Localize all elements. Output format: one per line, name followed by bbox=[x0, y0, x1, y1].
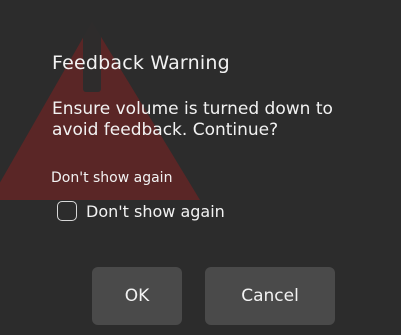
ok-button[interactable]: OK bbox=[92, 267, 182, 325]
dont-show-again-checkbox[interactable] bbox=[57, 201, 77, 221]
cancel-button[interactable]: Cancel bbox=[205, 267, 335, 325]
dont-show-again-option[interactable]: Don't show again bbox=[57, 201, 225, 221]
feedback-warning-dialog: Feedback Warning Ensure volume is turned… bbox=[0, 0, 401, 335]
dialog-title: Feedback Warning bbox=[52, 52, 230, 74]
dont-show-again-hint: Don't show again bbox=[51, 170, 173, 186]
dont-show-again-label: Don't show again bbox=[86, 201, 225, 221]
dialog-message: Ensure volume is turned down to avoid fe… bbox=[52, 99, 333, 140]
